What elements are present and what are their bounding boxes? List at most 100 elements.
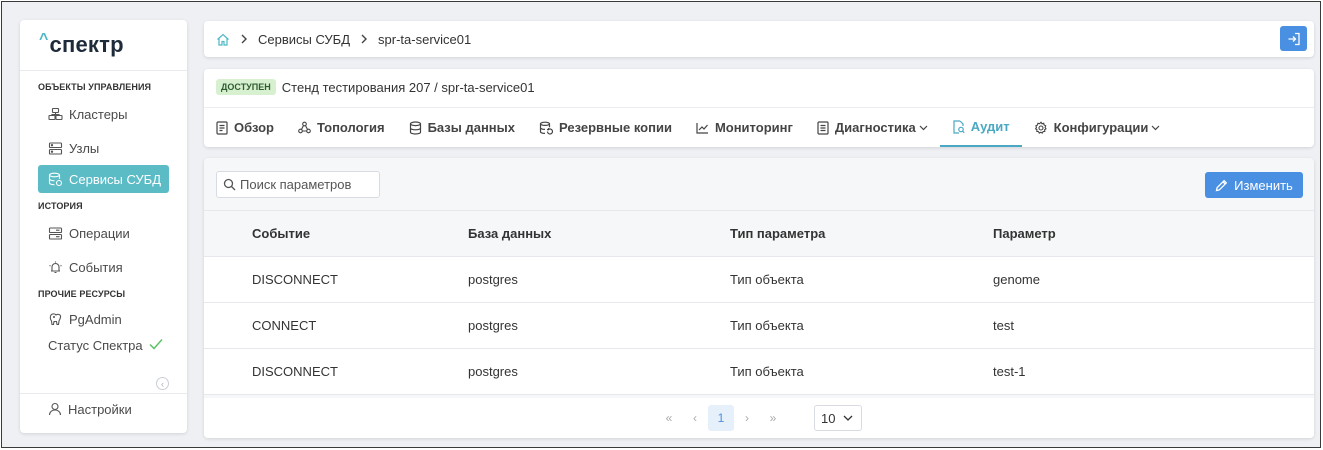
table-row[interactable]: CONNECT postgres Тип объекта test	[204, 302, 1314, 349]
sidebar-item-label: Узлы	[69, 140, 100, 156]
column-header-event[interactable]: Событие	[204, 210, 468, 257]
sidebar-item-label: PgAdmin	[69, 311, 122, 327]
status-badge: ДОСТУПЕН	[216, 79, 276, 95]
next-page-button[interactable]: ›	[734, 405, 760, 431]
table-header-row: Событие База данных Тип параметра Параме…	[204, 210, 1314, 257]
sidebar-item-settings[interactable]: Настройки	[48, 398, 132, 420]
events-icon	[48, 260, 63, 275]
topology-icon	[298, 121, 311, 134]
document-icon	[216, 120, 228, 135]
pgadmin-elephant-icon	[48, 312, 63, 327]
table-row[interactable]: DISCONNECT postgres Тип объекта genome	[204, 256, 1314, 303]
cell-param-type: Тип объекта	[730, 348, 993, 395]
page-size-select[interactable]: 10	[814, 405, 862, 431]
tab-label: Топология	[317, 120, 385, 135]
cell-parameter: test-1	[993, 348, 1314, 395]
tab-overview[interactable]: Обзор	[216, 108, 286, 147]
sidebar-item-label: Операции	[69, 225, 130, 241]
tab-label: Обзор	[234, 120, 274, 135]
user-icon	[48, 402, 62, 416]
service-header: ДОСТУПЕН Стенд тестирования 207 / spr-ta…	[204, 69, 1314, 147]
column-header-parameter[interactable]: Параметр	[993, 210, 1314, 257]
database-icon	[409, 120, 422, 135]
status-label: Статус Спектра	[48, 337, 143, 353]
home-icon[interactable]	[216, 33, 230, 46]
audit-panel: Изменить Событие База данных Тип парамет…	[204, 158, 1314, 438]
collapse-sidebar-icon[interactable]: ‹	[156, 377, 169, 390]
sidebar-item-label: Сервисы СУБД	[69, 171, 162, 187]
sidebar-item-nodes[interactable]: Узлы	[20, 131, 187, 165]
section-title-other-resources: ПРОЧИЕ РЕСУРСЫ	[38, 289, 126, 299]
audit-table: Событие База данных Тип параметра Параме…	[204, 210, 1314, 395]
tab-diagnostics[interactable]: Диагностика	[817, 108, 940, 147]
cell-param-type: Тип объекта	[730, 302, 993, 349]
sidebar-item-label: События	[69, 259, 123, 275]
cell-event: DISCONNECT	[204, 256, 468, 303]
cell-parameter: test	[993, 302, 1314, 349]
sidebar: ^ спектр ОБЪЕКТЫ УПРАВЛЕНИЯ Кластеры Узлы…	[20, 20, 187, 433]
search-input[interactable]	[240, 177, 370, 192]
tab-backups[interactable]: Резервные копии	[539, 108, 684, 147]
sidebar-item-clusters[interactable]: Кластеры	[20, 97, 187, 131]
spectr-status[interactable]: Статус Спектра	[20, 334, 187, 356]
logout-icon	[1287, 32, 1301, 46]
cell-param-type: Тип объекта	[730, 256, 993, 303]
backup-icon	[539, 121, 553, 135]
section-title-management: ОБЪЕКТЫ УПРАВЛЕНИЯ	[38, 82, 152, 92]
sidebar-item-events[interactable]: События	[20, 250, 187, 284]
cell-database: postgres	[468, 256, 730, 303]
search-icon	[223, 178, 236, 191]
tab-topology[interactable]: Топология	[298, 108, 397, 147]
cell-database: postgres	[468, 348, 730, 395]
tab-label: Базы данных	[427, 120, 515, 135]
operations-icon	[48, 226, 63, 241]
sidebar-item-pgadmin[interactable]: PgAdmin	[20, 304, 187, 334]
cell-parameter: genome	[993, 256, 1314, 303]
tab-label: Диагностика	[834, 120, 916, 135]
cell-event: CONNECT	[204, 302, 468, 349]
page-number-current[interactable]: 1	[708, 405, 734, 431]
logo-caret-icon: ^	[39, 31, 49, 48]
tab-label: Аудит	[970, 119, 1010, 134]
cell-database: postgres	[468, 302, 730, 349]
column-header-param-type[interactable]: Тип параметра	[730, 210, 993, 257]
check-icon	[149, 337, 163, 353]
tab-label: Резервные копии	[559, 120, 672, 135]
chevron-down-icon	[843, 415, 853, 421]
table-row[interactable]: DISCONNECT postgres Тип объекта test-1	[204, 348, 1314, 395]
tab-audit[interactable]: Аудит	[939, 108, 1022, 147]
first-page-button[interactable]: «	[656, 405, 682, 431]
search-box[interactable]	[216, 171, 380, 198]
prev-page-button[interactable]: ‹	[682, 405, 708, 431]
audit-icon	[952, 119, 965, 134]
chevron-down-icon	[919, 125, 928, 131]
logo-text: спектр	[49, 32, 124, 57]
sidebar-item-operations[interactable]: Операции	[20, 216, 187, 250]
logout-button[interactable]	[1280, 26, 1307, 51]
last-page-button[interactable]: »	[760, 405, 786, 431]
server-icon	[48, 141, 63, 156]
chevron-down-icon	[1151, 125, 1160, 131]
section-title-history: ИСТОРИЯ	[38, 201, 83, 211]
chart-line-icon	[696, 122, 709, 134]
database-service-icon	[48, 172, 63, 187]
breadcrumb-item-current: spr-ta-service01	[378, 31, 472, 47]
tab-databases[interactable]: Базы данных	[409, 108, 527, 147]
tab-monitoring[interactable]: Мониторинг	[696, 108, 805, 147]
edit-button[interactable]: Изменить	[1205, 172, 1303, 198]
tab-bar: Обзор Топология Базы данных Резервные ко…	[216, 108, 1184, 147]
sidebar-item-label: Кластеры	[69, 106, 128, 122]
list-document-icon	[817, 120, 829, 135]
tab-configurations[interactable]: Конфигурации	[1034, 108, 1173, 147]
edit-button-label: Изменить	[1234, 177, 1293, 193]
pagination: « ‹ 1 › » 10	[204, 398, 1314, 438]
cell-event: DISCONNECT	[204, 348, 468, 395]
breadcrumb-item-services[interactable]: Сервисы СУБД	[258, 32, 350, 47]
app-window: ^ спектр ОБЪЕКТЫ УПРАВЛЕНИЯ Кластеры Узлы…	[1, 1, 1321, 448]
sidebar-item-dbms-services[interactable]: Сервисы СУБД	[38, 165, 169, 193]
page-size-value: 10	[821, 410, 836, 426]
logo[interactable]: ^ спектр	[20, 20, 187, 71]
column-header-database[interactable]: База данных	[468, 210, 730, 257]
chevron-right-icon	[240, 34, 248, 44]
chevron-right-icon	[360, 34, 368, 44]
